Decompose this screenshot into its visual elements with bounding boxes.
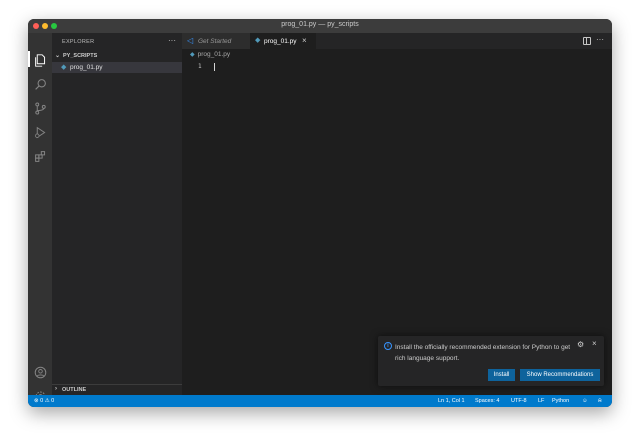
folder-label: PY_SCRIPTS [63,53,98,59]
line-number: 1 [198,63,202,70]
eol-indicator[interactable]: LF [538,398,544,404]
info-icon: i [384,342,392,350]
cursor-position[interactable]: Ln 1, Col 1 [438,398,465,404]
split-editor-icon[interactable] [583,37,591,45]
tab-label: Get Started [198,38,232,45]
folder-py-scripts[interactable]: ⌄ PY_SCRIPTS [52,52,182,62]
chevron-down-icon: ⌄ [55,53,61,59]
activity-bar [28,33,52,401]
notification-toast: i Install the officially recommended ext… [378,336,604,386]
text-cursor[interactable] [214,63,215,71]
title-bar: prog_01.py — py_scripts [28,19,612,33]
notification-message: Install the officially recommended exten… [395,344,571,362]
python-file-icon: ◆ [61,64,67,71]
chevron-right-icon: › [55,386,57,392]
problems-indicator[interactable]: ⊗ 0 ⚠ 0 [34,398,54,404]
close-notification-icon[interactable]: × [592,339,597,348]
breadcrumb-label: prog_01.py [197,51,231,58]
tab-get-started[interactable]: ◁ Get Started [182,33,250,49]
explorer-sidebar: EXPLORER ··· ⌄ PY_SCRIPTS ◆ prog_01.py ›… [52,33,182,395]
language-mode[interactable]: Python [552,398,569,404]
file-item-prog-01[interactable]: ◆ prog_01.py [52,62,182,73]
source-control-icon[interactable] [33,101,47,115]
python-icon: ◆ [190,52,195,58]
tab-prog-01[interactable]: ◆ prog_01.py × [250,33,316,49]
python-icon: ◆ [255,37,261,44]
explorer-header: EXPLORER [62,39,95,45]
status-bar: ⊗ 0 ⚠ 0 Ln 1, Col 1 Spaces: 4 UTF-8 LF P… [28,395,612,407]
file-label: prog_01.py [70,64,103,71]
notification-settings-icon[interactable]: ⚙ [577,340,584,349]
explorer-icon[interactable] [33,53,47,67]
close-tab-icon[interactable]: × [302,36,307,45]
vscode-window: prog_01.py — py_scripts EXPLORER ··· ⌄ P… [28,19,612,407]
run-debug-icon[interactable] [33,125,47,139]
account-icon[interactable] [33,365,47,379]
encoding-indicator[interactable]: UTF-8 [511,398,527,404]
editor-tab-bar: ◁ Get Started ◆ prog_01.py × ··· [182,33,612,49]
extensions-icon[interactable] [33,149,47,163]
indentation-indicator[interactable]: Spaces: 4 [475,398,499,404]
breadcrumb[interactable]: ◆ prog_01.py [190,51,230,58]
more-actions-icon[interactable]: ··· [168,36,176,45]
editor-more-actions-icon[interactable]: ··· [596,35,604,44]
notifications-bell-icon[interactable]: ⍾ [598,398,602,405]
feedback-icon[interactable]: ☺ [582,398,588,404]
active-indicator [28,51,30,67]
outline-section[interactable]: › OUTLINE [52,384,182,395]
outline-label: OUTLINE [62,387,87,393]
show-recommendations-button[interactable]: Show Recommendations [520,369,600,381]
window-title: prog_01.py — py_scripts [281,21,359,28]
vscode-icon: ◁ [187,36,194,45]
search-icon[interactable] [33,77,47,91]
tab-label: prog_01.py [264,38,297,45]
install-button[interactable]: Install [488,369,515,381]
